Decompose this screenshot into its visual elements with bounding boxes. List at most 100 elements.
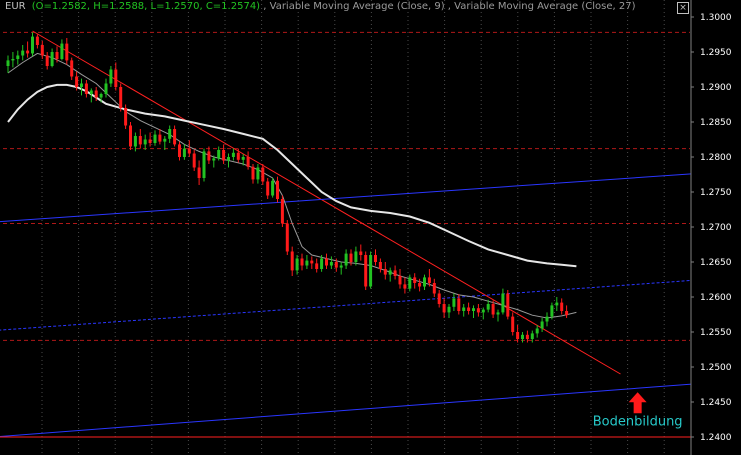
candle-body — [472, 308, 475, 311]
candle-body — [266, 181, 270, 196]
candle-body — [60, 43, 64, 59]
candle-body — [369, 255, 373, 287]
header-symbol: EUR — [5, 1, 26, 12]
candle-body — [295, 258, 299, 271]
candle-body — [530, 333, 534, 339]
annotation-text: Bodenbildung — [593, 415, 683, 430]
candle-body — [119, 87, 123, 108]
candle-body — [486, 304, 490, 310]
candle-body — [261, 167, 265, 182]
axis-tick-label: 1.2750 — [700, 188, 732, 198]
candle-body — [457, 298, 461, 311]
axis-tick-label: 1.2900 — [700, 83, 732, 93]
candle-body — [16, 55, 20, 59]
candle-body — [11, 59, 15, 61]
candle-body — [398, 276, 402, 285]
candle-body — [251, 166, 255, 180]
candle-body — [452, 298, 456, 307]
candle-body — [138, 136, 142, 145]
candle-body — [501, 293, 505, 313]
candle-body — [45, 55, 49, 66]
candle-body — [403, 284, 407, 289]
candle-body — [320, 258, 324, 269]
candle-body — [212, 158, 216, 161]
candle-body — [491, 304, 495, 315]
candle-body — [423, 277, 426, 287]
candle-body — [555, 302, 559, 306]
candle-body — [163, 138, 167, 142]
candle-body — [89, 90, 93, 94]
candle-body — [560, 302, 564, 311]
header-ohlc: (O=1.2582, H=1.2588, L=1.2570, C=1.2574) — [32, 1, 260, 12]
candle-body — [378, 262, 382, 269]
axis-tick-label: 1.2800 — [700, 153, 732, 163]
candle-body — [325, 258, 328, 266]
candle-body — [231, 152, 235, 157]
candle-body — [481, 309, 485, 313]
candle-body — [256, 167, 260, 180]
candle-body — [300, 258, 304, 266]
candle-body — [364, 255, 368, 287]
candle-body — [104, 83, 108, 94]
axis-tick-label: 1.2500 — [700, 363, 732, 373]
candle-body — [334, 262, 338, 268]
axis-tick-label: 1.2550 — [700, 328, 732, 338]
candle-body — [129, 125, 132, 147]
candle-body — [383, 269, 387, 275]
candle-body — [70, 60, 74, 77]
candle-body — [143, 139, 147, 145]
candle-body — [65, 43, 69, 61]
candle-body — [26, 50, 30, 54]
candle-body — [432, 283, 436, 294]
candle-body — [437, 293, 441, 304]
candle-body — [192, 153, 196, 168]
candle-body — [427, 277, 431, 283]
candle-body — [133, 136, 137, 147]
candle-body — [535, 328, 539, 334]
candle-body — [182, 148, 186, 157]
axis-tick-label: 1.2700 — [700, 223, 732, 233]
candle-body — [521, 334, 524, 339]
candle-body — [40, 45, 44, 56]
candle-body — [99, 94, 103, 98]
candle-body — [413, 277, 417, 283]
candle-body — [550, 305, 554, 317]
close-icon[interactable]: × — [677, 2, 689, 14]
axis-tick-label: 1.2650 — [700, 258, 732, 268]
candle-body — [75, 76, 79, 87]
candle-body — [94, 90, 98, 98]
axis-tick-label: 1.2850 — [700, 118, 732, 128]
candle-body — [374, 255, 377, 262]
candle-body — [285, 223, 289, 252]
candle-body — [388, 270, 392, 275]
candle-body — [6, 60, 10, 66]
candle-body — [290, 251, 294, 271]
candle-body — [359, 251, 363, 255]
candle-body — [246, 157, 250, 167]
axis-tick-label: 1.2400 — [700, 433, 732, 443]
candle-body — [442, 304, 446, 313]
header-ma-slow: Variable Moving Average (Close, 27) — [454, 1, 635, 12]
candle-body — [50, 52, 54, 66]
candle-body — [153, 134, 157, 143]
candle-body — [393, 270, 397, 276]
candle-body — [222, 150, 226, 161]
candle-body — [173, 129, 177, 145]
candle-body — [462, 307, 466, 311]
candle-body — [525, 334, 529, 339]
candle-body — [187, 148, 191, 154]
axis-tick-label: 1.2600 — [700, 293, 732, 303]
candle-body — [241, 157, 245, 160]
candle-body — [565, 311, 569, 316]
candle-body — [516, 332, 520, 339]
candle-body — [545, 316, 549, 322]
candle-body — [178, 144, 181, 157]
candle-body — [80, 83, 83, 87]
price-axis: 1.3000 1.2950 1.2900 1.2850 1.2800 1.2750 1.27… — [690, 0, 741, 455]
price-chart[interactable]: Bodenbildung 1.3000 1.2950 1.2900 1.2850 1.2… — [0, 0, 741, 455]
candle-body — [168, 129, 172, 139]
candle-body — [467, 307, 471, 311]
candle-body — [236, 152, 240, 160]
header-ma-fast: Variable Moving Average (Close, 9) — [270, 1, 445, 12]
candle-body — [21, 50, 25, 56]
